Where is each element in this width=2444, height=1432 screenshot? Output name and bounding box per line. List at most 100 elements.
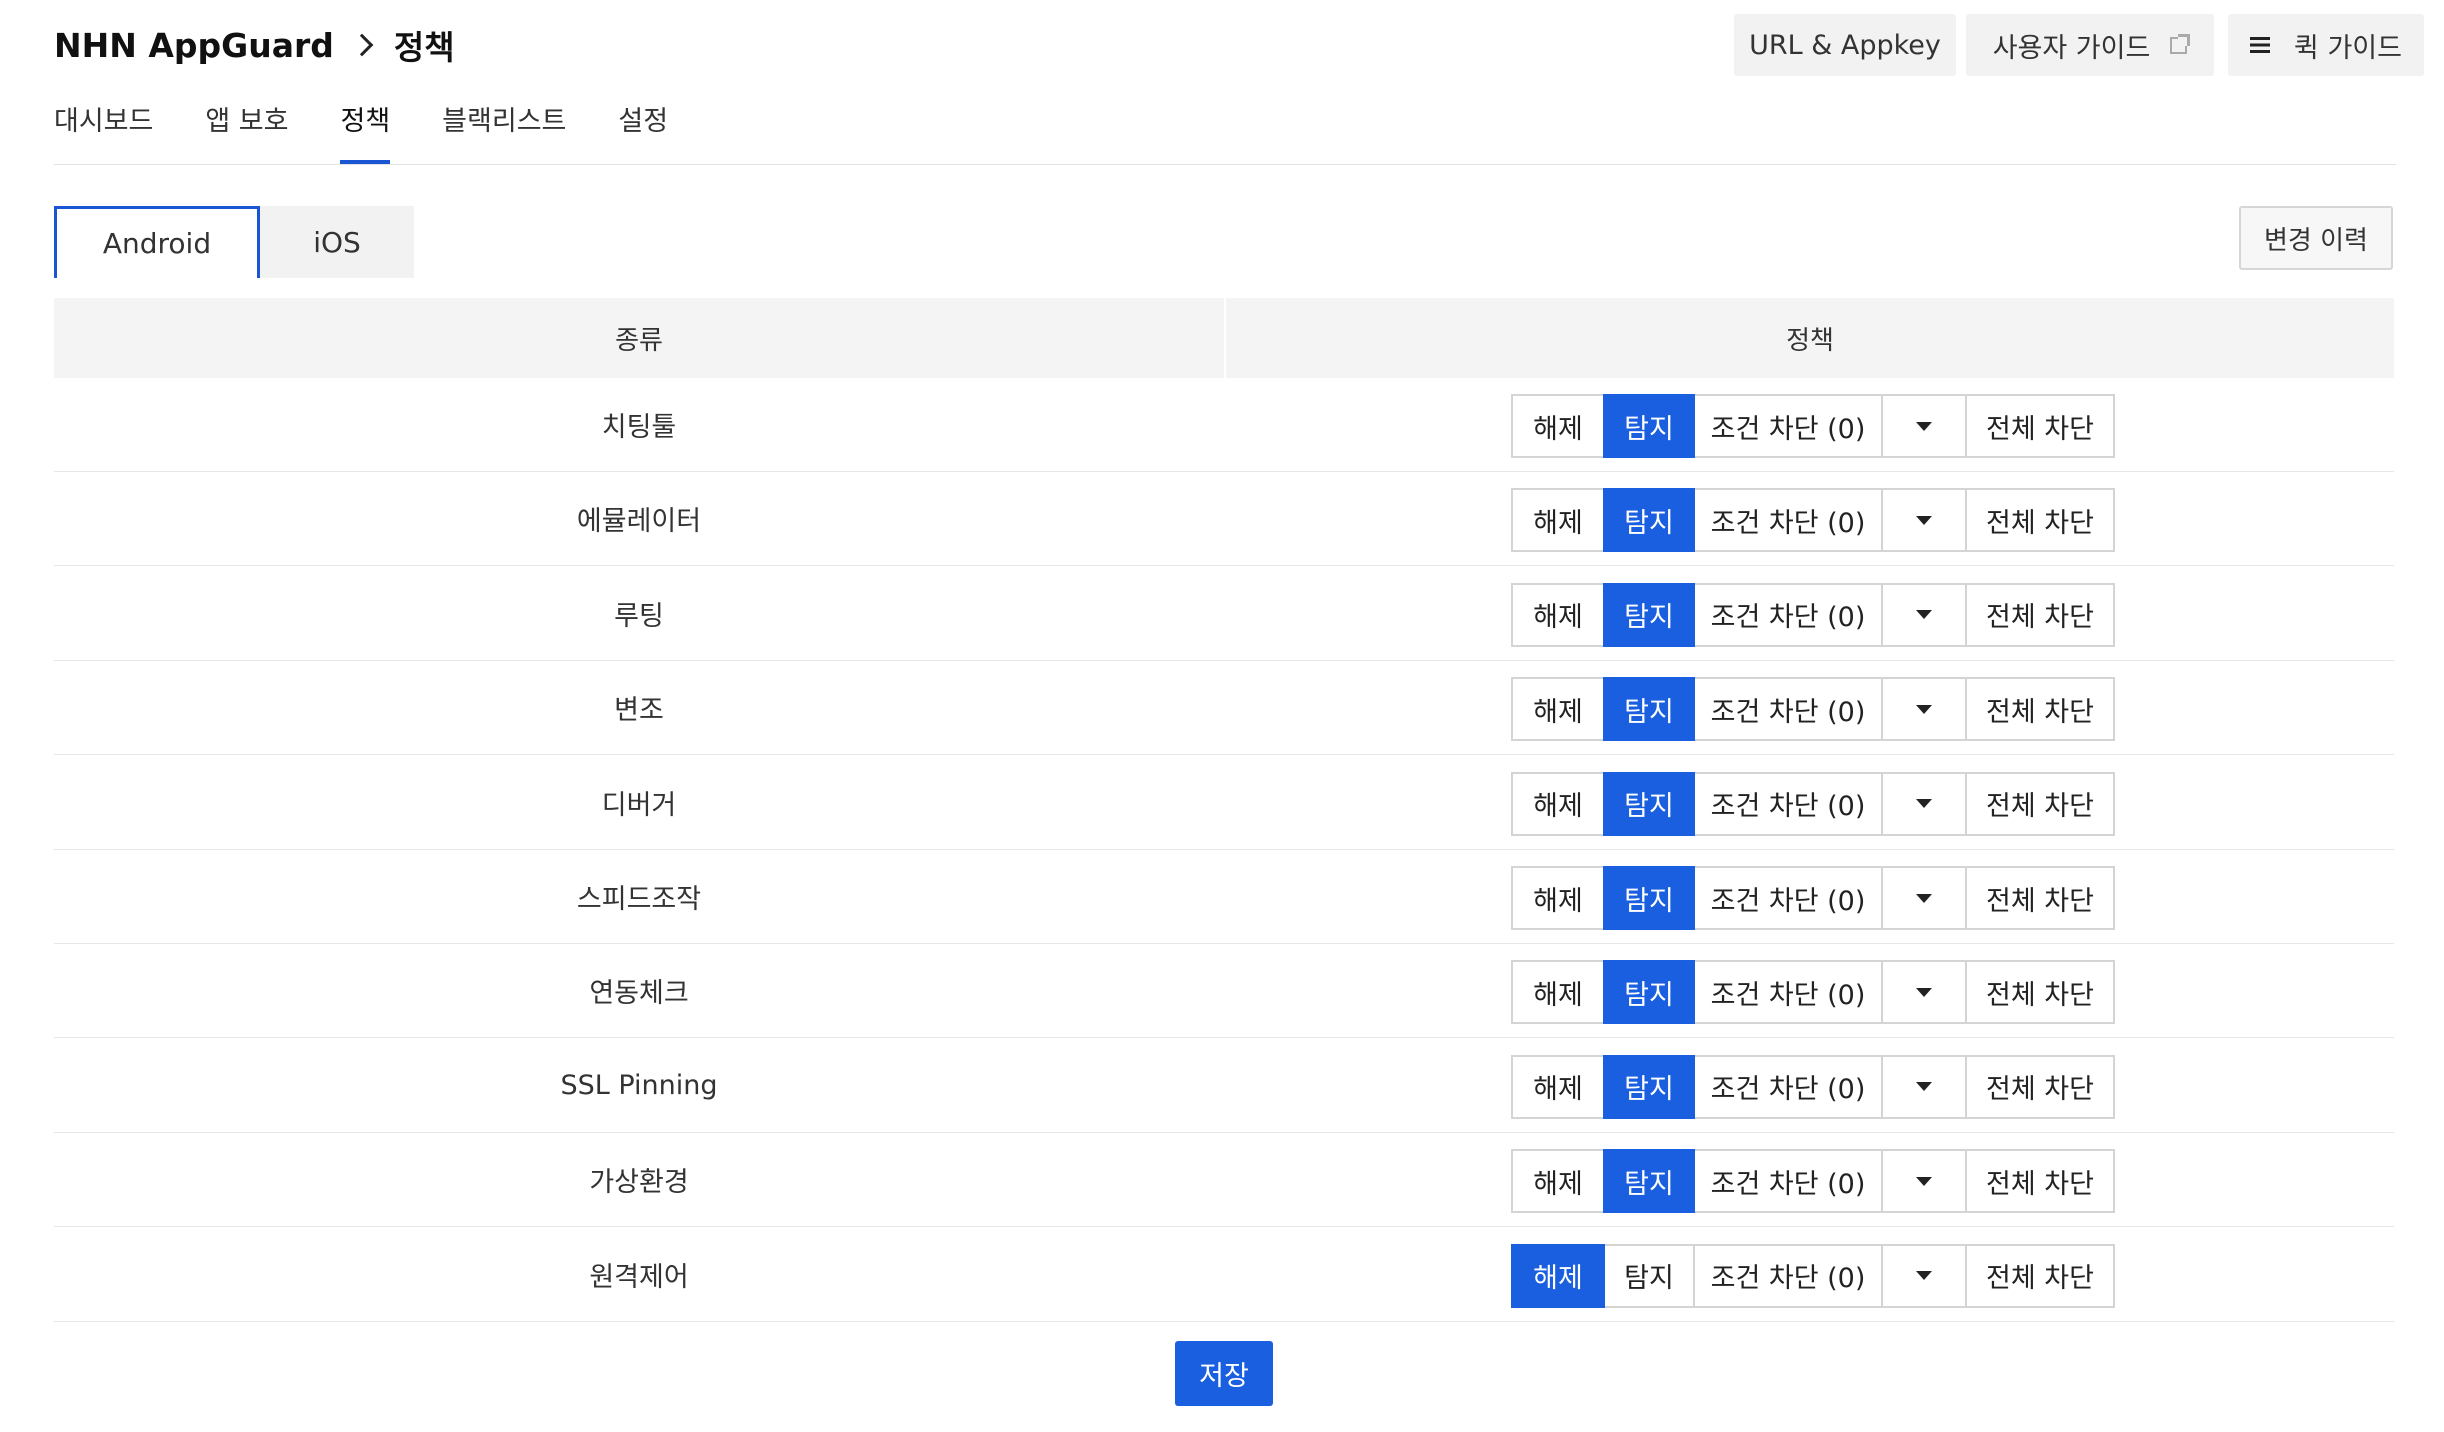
block-all-option[interactable]: 전체 차단 bbox=[1965, 1149, 2115, 1214]
policy-option-group: 해제 탐지 조건 차단 (0) 전체 차단 bbox=[1511, 1243, 2115, 1308]
conditional-block-dropdown[interactable] bbox=[1881, 1149, 1967, 1214]
table-row: 가상환경 해제 탐지 조건 차단 (0) 전체 차단 bbox=[54, 1133, 2394, 1228]
detect-option[interactable]: 탐지 bbox=[1603, 866, 1695, 930]
user-guide-label: 사용자 가이드 bbox=[1992, 32, 2151, 64]
page-title: 정책 bbox=[393, 28, 455, 67]
detect-option[interactable]: 탐지 bbox=[1603, 1054, 1695, 1119]
chevron-right-icon bbox=[350, 33, 374, 57]
user-guide-button[interactable]: 사용자 가이드 bbox=[1966, 14, 2214, 76]
nav-tab-blacklist[interactable]: 블랙리스트 bbox=[442, 100, 566, 164]
nav-tab-dashboard[interactable]: 대시보드 bbox=[54, 100, 153, 164]
menu-icon bbox=[2250, 37, 2271, 53]
block-all-option[interactable]: 전체 차단 bbox=[1965, 1243, 2115, 1308]
block-all-option[interactable]: 전체 차단 bbox=[1965, 866, 2115, 930]
block-all-option[interactable]: 전체 차단 bbox=[1965, 960, 2115, 1025]
block-all-option[interactable]: 전체 차단 bbox=[1965, 582, 2115, 647]
table-row: 연동체크 해제 탐지 조건 차단 (0) 전체 차단 bbox=[54, 944, 2394, 1039]
policy-option-group: 해제 탐지 조건 차단 (0) 전체 차단 bbox=[1511, 1149, 2115, 1214]
tab-android[interactable]: Android bbox=[54, 206, 260, 278]
policy-option-group: 해제 탐지 조건 차단 (0) 전체 차단 bbox=[1511, 394, 2115, 458]
release-option[interactable]: 해제 bbox=[1511, 1149, 1605, 1214]
release-option[interactable]: 해제 bbox=[1511, 866, 1605, 930]
policy-kind-label: 에뮬레이터 bbox=[576, 506, 702, 538]
conditional-block-option[interactable]: 조건 차단 (0) bbox=[1693, 960, 1883, 1025]
release-option[interactable]: 해제 bbox=[1511, 1243, 1605, 1308]
policy-option-group: 해제 탐지 조건 차단 (0) 전체 차단 bbox=[1511, 771, 2115, 836]
conditional-block-dropdown[interactable] bbox=[1881, 488, 1967, 553]
block-all-option[interactable]: 전체 차단 bbox=[1965, 394, 2115, 458]
policy-kind-label: 치팅툴 bbox=[601, 412, 677, 443]
release-option[interactable]: 해제 bbox=[1511, 394, 1605, 458]
product-name[interactable]: NHN AppGuard bbox=[54, 26, 334, 65]
table-row: 치팅툴 해제 탐지 조건 차단 (0) 전체 차단 bbox=[54, 378, 2394, 472]
policy-option-group: 해제 탐지 조건 차단 (0) 전체 차단 bbox=[1511, 960, 2115, 1025]
conditional-block-option[interactable]: 조건 차단 (0) bbox=[1693, 866, 1883, 930]
block-all-option[interactable]: 전체 차단 bbox=[1965, 677, 2115, 742]
conditional-block-dropdown[interactable] bbox=[1881, 1243, 1967, 1308]
detect-option[interactable]: 탐지 bbox=[1603, 771, 1695, 836]
nav-tab-policy[interactable]: 정책 bbox=[340, 100, 390, 164]
conditional-block-dropdown[interactable] bbox=[1881, 394, 1967, 458]
caret-down-icon bbox=[1916, 1082, 1932, 1092]
conditional-block-option[interactable]: 조건 차단 (0) bbox=[1693, 771, 1883, 836]
detect-option[interactable]: 탐지 bbox=[1603, 488, 1695, 553]
policy-kind-label: 디버거 bbox=[601, 789, 677, 821]
nav-tab-app-protection[interactable]: 앱 보호 bbox=[205, 100, 288, 164]
policy-kind-label: 루팅 bbox=[614, 600, 664, 632]
save-button[interactable]: 저장 bbox=[1175, 1341, 1273, 1406]
table-row: SSL Pinning 해제 탐지 조건 차단 (0) 전체 차단 bbox=[54, 1039, 2394, 1133]
policy-option-group: 해제 탐지 조건 차단 (0) 전체 차단 bbox=[1511, 1054, 2115, 1119]
detect-option[interactable]: 탐지 bbox=[1603, 394, 1695, 458]
conditional-block-option[interactable]: 조건 차단 (0) bbox=[1693, 1149, 1883, 1214]
nav-tab-settings[interactable]: 설정 bbox=[618, 100, 668, 164]
conditional-block-option[interactable]: 조건 차단 (0) bbox=[1693, 394, 1883, 458]
caret-down-icon bbox=[1916, 1176, 1932, 1186]
conditional-block-option[interactable]: 조건 차단 (0) bbox=[1693, 677, 1883, 742]
breadcrumb: NHN AppGuard 정책 bbox=[54, 20, 455, 70]
tab-ios[interactable]: iOS bbox=[260, 206, 414, 278]
caret-down-icon bbox=[1916, 610, 1932, 620]
conditional-block-option[interactable]: 조건 차단 (0) bbox=[1693, 582, 1883, 647]
policy-kind-label: 변조 bbox=[614, 695, 664, 727]
caret-down-icon bbox=[1916, 515, 1932, 525]
detect-option[interactable]: 탐지 bbox=[1603, 1149, 1695, 1214]
table-row: 루팅 해제 탐지 조건 차단 (0) 전체 차단 bbox=[54, 567, 2394, 661]
detect-option[interactable]: 탐지 bbox=[1603, 582, 1695, 647]
conditional-block-option[interactable]: 조건 차단 (0) bbox=[1693, 1054, 1883, 1119]
release-option[interactable]: 해제 bbox=[1511, 960, 1605, 1025]
block-all-option[interactable]: 전체 차단 bbox=[1965, 771, 2115, 836]
url-appkey-button[interactable]: URL & Appkey bbox=[1734, 14, 1956, 76]
table-row: 스피드조작 해제 탐지 조건 차단 (0) 전체 차단 bbox=[54, 850, 2394, 944]
conditional-block-dropdown[interactable] bbox=[1881, 1054, 1967, 1119]
policy-kind-label: 가상환경 bbox=[589, 1167, 689, 1199]
detect-option[interactable]: 탐지 bbox=[1603, 1243, 1695, 1308]
conditional-block-option[interactable]: 조건 차단 (0) bbox=[1693, 488, 1883, 553]
conditional-block-dropdown[interactable] bbox=[1881, 582, 1967, 647]
table-row: 디버거 해제 탐지 조건 차단 (0) 전체 차단 bbox=[54, 756, 2394, 850]
release-option[interactable]: 해제 bbox=[1511, 677, 1605, 742]
conditional-block-dropdown[interactable] bbox=[1881, 771, 1967, 836]
block-all-option[interactable]: 전체 차단 bbox=[1965, 488, 2115, 553]
conditional-block-dropdown[interactable] bbox=[1881, 960, 1967, 1025]
release-option[interactable]: 해제 bbox=[1511, 771, 1605, 836]
quick-guide-button[interactable]: 퀵 가이드 bbox=[2228, 14, 2424, 76]
conditional-block-dropdown[interactable] bbox=[1881, 866, 1967, 930]
caret-down-icon bbox=[1916, 704, 1932, 714]
column-header-kind: 종류 bbox=[54, 298, 1224, 378]
release-option[interactable]: 해제 bbox=[1511, 582, 1605, 647]
main-nav: 대시보드 앱 보호 정책 블랙리스트 설정 bbox=[54, 100, 668, 164]
caret-down-icon bbox=[1916, 421, 1932, 431]
release-option[interactable]: 해제 bbox=[1511, 488, 1605, 553]
url-appkey-label: URL & Appkey bbox=[1749, 29, 1941, 61]
block-all-option[interactable]: 전체 차단 bbox=[1965, 1054, 2115, 1119]
table-row: 원격제어 해제 탐지 조건 차단 (0) 전체 차단 bbox=[54, 1228, 2394, 1322]
conditional-block-dropdown[interactable] bbox=[1881, 677, 1967, 742]
conditional-block-option[interactable]: 조건 차단 (0) bbox=[1693, 1243, 1883, 1308]
change-history-button[interactable]: 변경 이력 bbox=[2239, 206, 2393, 270]
detect-option[interactable]: 탐지 bbox=[1603, 960, 1695, 1025]
nav-divider bbox=[54, 164, 2396, 165]
release-option[interactable]: 해제 bbox=[1511, 1054, 1605, 1119]
caret-down-icon bbox=[1916, 987, 1932, 997]
policy-kind-label: 스피드조작 bbox=[576, 884, 702, 915]
detect-option[interactable]: 탐지 bbox=[1603, 677, 1695, 742]
